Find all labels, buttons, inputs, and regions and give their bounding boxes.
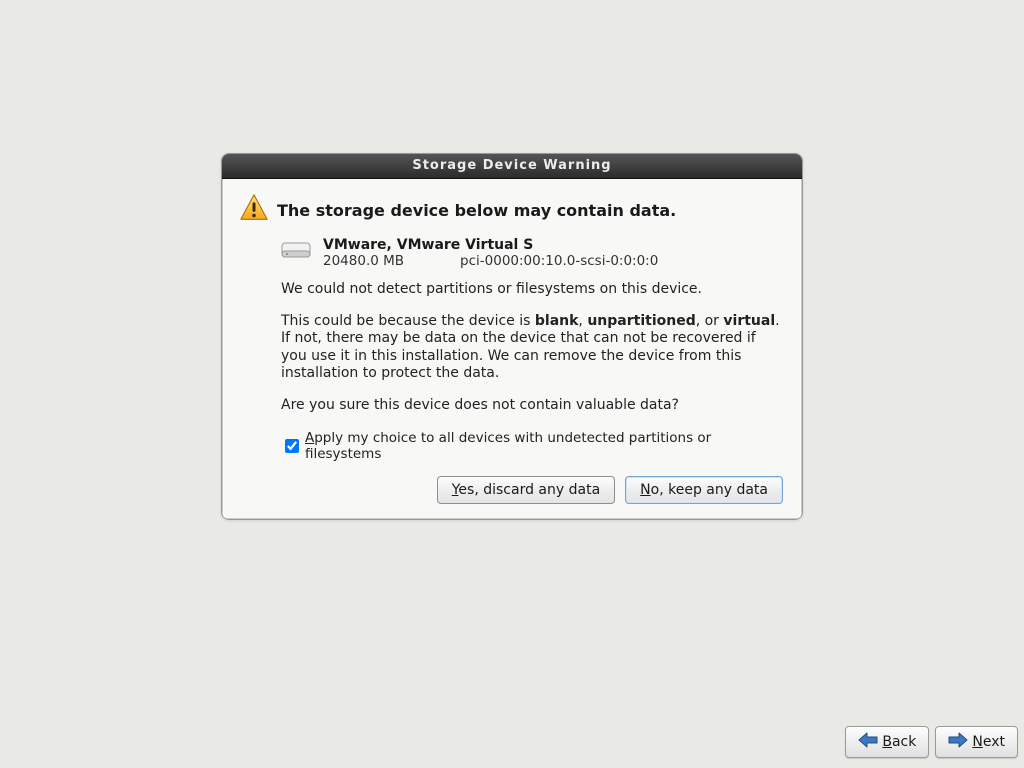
apply-all-checkbox[interactable] <box>285 439 299 453</box>
yes-discard-button[interactable]: Yes, discard any data <box>437 476 615 504</box>
device-name: VMware, VMware Virtual S <box>323 237 658 253</box>
disk-icon <box>281 237 311 269</box>
arrow-left-icon <box>858 732 878 752</box>
warning-text-3: Are you sure this device does not contai… <box>281 397 781 415</box>
device-details: 20480.0 MB pci-0000:00:10.0-scsi-0:0:0:0 <box>323 253 658 269</box>
warning-icon <box>239 193 269 227</box>
storage-warning-dialog: Storage Device Warning The storage devi <box>221 153 803 520</box>
warning-text-2: This could be because the device is blan… <box>281 313 781 383</box>
dialog-body: The storage device below may contain dat… <box>222 179 802 519</box>
wizard-nav: Back Next <box>845 726 1018 758</box>
warning-text-1: We could not detect partitions or filesy… <box>281 281 781 299</box>
no-keep-button[interactable]: No, keep any data <box>625 476 783 504</box>
apply-all-label[interactable]: Apply my choice to all devices with unde… <box>305 430 791 462</box>
dialog-headline: The storage device below may contain dat… <box>277 201 676 220</box>
arrow-right-icon <box>948 732 968 752</box>
device-size: 20480.0 MB <box>323 253 404 269</box>
dialog-titlebar: Storage Device Warning <box>222 154 802 179</box>
device-path: pci-0000:00:10.0-scsi-0:0:0:0 <box>460 253 658 269</box>
next-button[interactable]: Next <box>935 726 1018 758</box>
dialog-title: Storage Device Warning <box>412 158 611 173</box>
back-button[interactable]: Back <box>845 726 929 758</box>
